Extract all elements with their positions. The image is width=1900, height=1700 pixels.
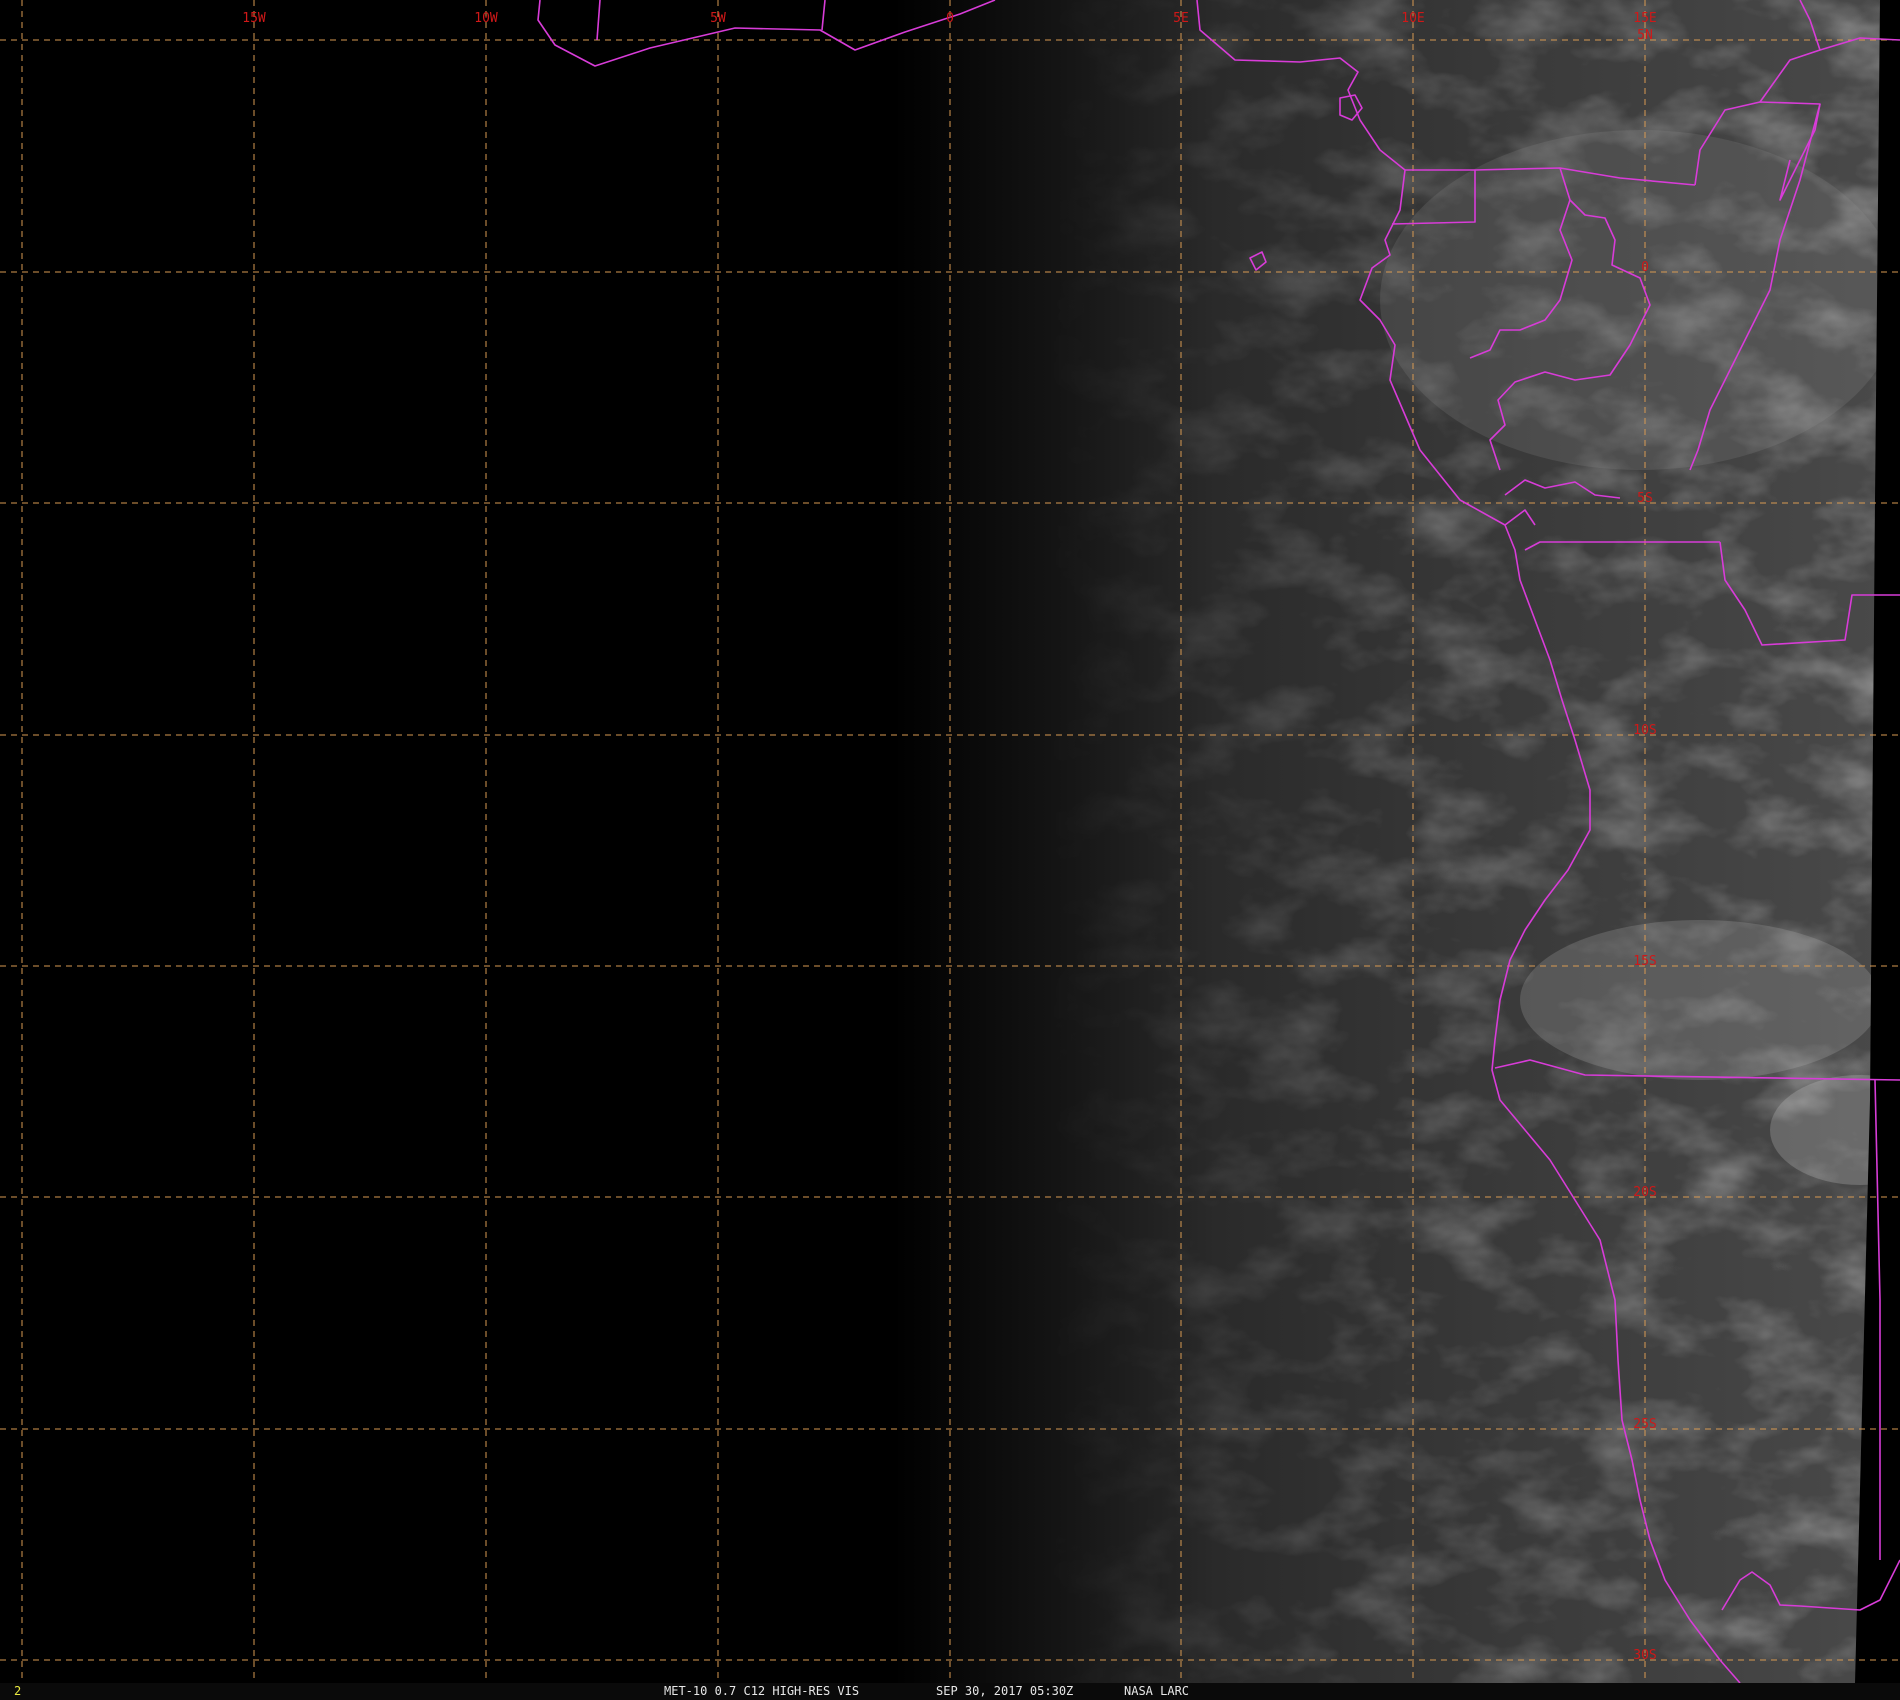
longitude-label: 10E <box>1401 11 1424 26</box>
latitude-label: 0 <box>1641 260 1649 275</box>
longitude-label: 10W <box>474 11 498 26</box>
longitude-label: 15W <box>242 11 266 26</box>
image-timestamp: SEP 30, 2017 05:30Z <box>936 1684 1074 1698</box>
longitude-label: 0 <box>946 11 954 26</box>
latitude-label: 25S <box>1633 1417 1656 1432</box>
longitude-label: 5E <box>1173 11 1189 26</box>
latitude-label: 20S <box>1633 1185 1656 1200</box>
cloud-band-central <box>1520 920 1880 1080</box>
latitude-label: 15S <box>1633 954 1656 969</box>
product-name: MET-10 0.7 C12 HIGH-RES VIS <box>664 1684 860 1698</box>
status-bar: 2 MET-10 0.7 C12 HIGH-RES VIS SEP 30, 20… <box>0 1683 1900 1700</box>
latitude-label: 10S <box>1633 723 1656 738</box>
latitude-label: 30S <box>1633 1648 1656 1663</box>
image-credit: NASA LARC <box>1124 1684 1190 1698</box>
longitude-label: 15E <box>1633 11 1656 26</box>
satellite-map: 15W 10W 5W 0 5E 10E 15E 5N 0 5S 10S 15S 20S 25S 30S <box>0 0 1900 1684</box>
latitude-label: 5S <box>1637 491 1653 506</box>
cloud-band-north <box>1380 130 1900 470</box>
latitude-label: 5N <box>1637 28 1653 43</box>
frame-number: 2 <box>14 1684 22 1698</box>
longitude-label: 5W <box>710 11 726 26</box>
